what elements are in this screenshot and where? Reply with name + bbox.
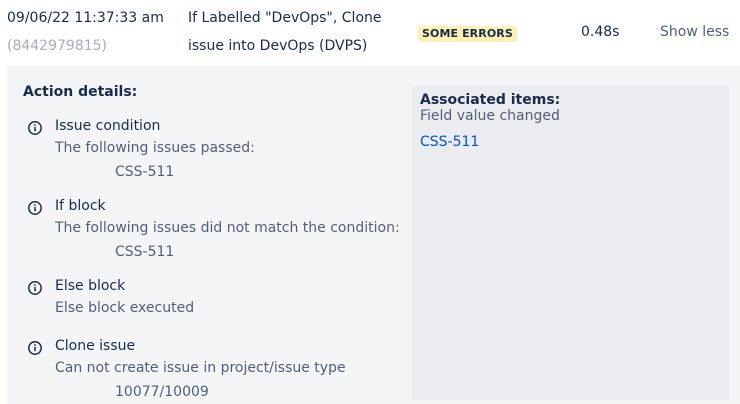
show-less-button[interactable]: Show less (660, 24, 729, 40)
action-details-title: Action details: (23, 84, 138, 100)
action-title: Issue condition (55, 118, 161, 134)
action-description: The following issues did not match the c… (55, 220, 400, 236)
action-issue-key: CSS-511 (115, 244, 175, 260)
run-id: (8442979815) (7, 38, 107, 54)
action-issue-key: CSS-511 (115, 164, 175, 180)
action-title: If block (55, 198, 106, 214)
info-icon (28, 341, 42, 355)
associated-items-title: Associated items: (420, 92, 561, 108)
action-description: Can not create issue in project/issue ty… (55, 360, 346, 376)
associated-items-subtitle: Field value changed (420, 108, 560, 124)
rule-name: If Labelled "DevOps", Clone issue into D… (188, 10, 382, 54)
action-details-panel: Action details: Issue condition The foll… (7, 66, 740, 404)
status-badge: SOME ERRORS (418, 26, 517, 42)
associated-items-panel: Associated items: Field value changed CS… (412, 86, 729, 400)
duration: 0.48s (581, 24, 620, 40)
action-description: Else block executed (55, 300, 195, 316)
info-icon (28, 121, 42, 135)
associated-issue-link[interactable]: CSS-511 (420, 134, 479, 150)
action-title: Else block (55, 278, 126, 294)
action-issue-type-id: 10077/10009 (115, 384, 209, 400)
info-icon (28, 281, 42, 295)
action-description: The following issues passed: (55, 140, 255, 156)
action-title: Clone issue (55, 338, 136, 354)
audit-log-row[interactable]: 09/06/22 11:37:33 am (8442979815) If Lab… (0, 0, 740, 64)
info-icon (28, 201, 42, 215)
timestamp: 09/06/22 11:37:33 am (7, 10, 164, 26)
